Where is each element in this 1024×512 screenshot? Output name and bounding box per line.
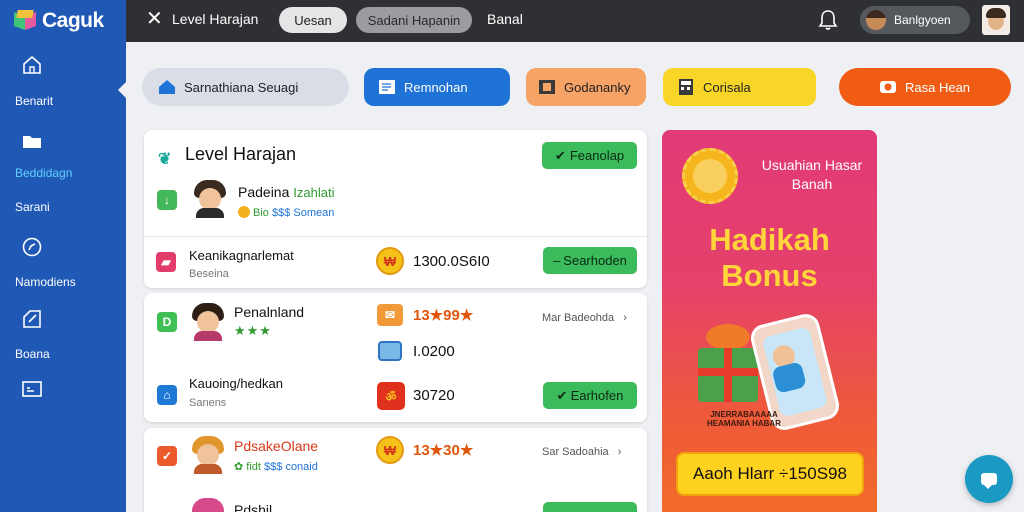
house-icon <box>158 79 176 95</box>
tab-uesan[interactable]: Uesan <box>279 7 347 33</box>
calculator-icon <box>677 79 695 95</box>
sidebar-item-label: Boana <box>15 347 50 361</box>
sidebar-item-label: Sarani <box>15 200 50 214</box>
user-menu[interactable]: Banlgyoen <box>860 6 970 34</box>
divider <box>144 236 647 237</box>
action-label: Remnohan <box>404 79 468 95</box>
home-icon <box>21 54 43 76</box>
list-item-sub: Beseina <box>189 268 229 280</box>
promo-banner[interactable]: Usuahian Hasar Banah Hadikah Bonus JNERR… <box>662 130 877 512</box>
action-godananky[interactable]: Godananky <box>526 68 646 106</box>
download-icon[interactable]: ↓ <box>157 190 177 210</box>
promo-title: Hadikah Bonus <box>709 222 830 293</box>
avatar <box>192 180 228 218</box>
film-icon <box>538 79 556 95</box>
action-label: Rasa Hean <box>905 79 971 95</box>
coin-icon: ₩ <box>376 247 404 275</box>
sidebar-item-beddidagn[interactable]: Beddidagn <box>0 130 126 186</box>
list-item-name: Keanikagnarlemat <box>189 248 294 263</box>
amount-value: 1300.0S6I0 <box>413 253 490 270</box>
tab-sadani-hapanin[interactable]: Sadani Hapanin <box>356 7 472 33</box>
sun-badge-icon <box>682 148 738 204</box>
list-card: D Penalnland ★★★ ✉ 13★99★ Mar Badeohda ›… <box>144 293 647 422</box>
earhofen-button[interactable]: ✔ Earhofen <box>543 382 637 409</box>
leaf-icon: ❦ <box>158 151 172 168</box>
image-icon <box>378 341 402 361</box>
house-icon: ⌂ <box>157 385 177 405</box>
amount-value: 13★99★ <box>413 307 474 324</box>
details-link[interactable]: Sar Sadoahia › <box>542 446 621 458</box>
list-item-name: Kauoing/hedkan <box>189 376 283 391</box>
edit-icon <box>21 308 43 330</box>
gift-icon <box>698 348 758 402</box>
camera-icon <box>879 79 897 95</box>
user-name: Banlgyoen <box>894 13 951 27</box>
amount-value: I.0200 <box>413 343 455 360</box>
bell-icon[interactable] <box>818 9 838 31</box>
sidebar-item-label: Beddidagn <box>15 166 73 180</box>
check-icon[interactable]: ✓ <box>157 446 177 466</box>
document-icon <box>378 79 396 95</box>
list-item-name: Pdshil <box>234 502 273 512</box>
sidebar-item-label: Benarit <box>15 94 54 108</box>
coin-icon <box>238 206 250 218</box>
list-item-sub: Sanens <box>189 397 227 409</box>
compass-icon <box>21 236 43 258</box>
promo-subtitle: Usuahian Hasar Banah <box>761 157 863 192</box>
chat-button[interactable] <box>965 455 1013 503</box>
row-action-button[interactable] <box>543 502 637 512</box>
details-link[interactable]: Mar Badeohda › <box>542 312 627 324</box>
list-card: ✓ PdsakeOlane ✿ fidt $$$ conaid ₩ 13★30★… <box>144 428 647 512</box>
profile-avatar[interactable] <box>982 5 1010 35</box>
promo-fine-print: JNERRABAAAAA HEAMANIA HABAR <box>707 410 781 428</box>
close-icon[interactable]: ✕ <box>146 9 163 29</box>
action-sarnathiana-seuagi[interactable]: Sarnathiana Seuagi <box>142 68 349 106</box>
sidebar-item-benarit[interactable]: Benarit <box>0 54 126 114</box>
folder-icon <box>21 130 43 152</box>
page-title: Level Harajan <box>172 11 259 27</box>
coin-icon: ॐ <box>377 382 405 410</box>
avatar <box>190 498 226 512</box>
action-label: Godananky <box>564 79 631 95</box>
promo-cta-button[interactable]: Aaoh Hlarr ÷150S98 <box>676 452 864 496</box>
feanolap-button[interactable]: ✔ Feanolap <box>542 142 637 169</box>
action-remnohan[interactable]: Remnohan <box>364 68 510 106</box>
sidebar-item-boana[interactable]: Boana <box>0 308 126 366</box>
action-label: Sarnathiana Seuagi <box>184 79 299 95</box>
top-link-banal[interactable]: Banal <box>487 11 523 27</box>
level-card: ❦ Level Harajan ✔ Feanolap ↓ Padeina Izah… <box>144 130 647 288</box>
logo-cube-icon <box>14 10 36 32</box>
action-label: Corisala <box>703 79 751 95</box>
list-item-name: PdsakeOlane <box>234 438 319 454</box>
gift-icon: ✉ <box>377 304 403 326</box>
coin-icon: ₩ <box>376 436 404 464</box>
briefcase-icon: ▰ <box>156 252 176 272</box>
avatar <box>190 303 226 341</box>
card-icon <box>21 378 43 400</box>
list-item-name: Penalnland <box>234 304 305 320</box>
chat-icon <box>981 473 997 489</box>
logo[interactable]: Caguk <box>0 0 126 42</box>
sidebar-item-card[interactable] <box>0 378 126 402</box>
list-item-name: Padeina Izahlati <box>238 184 335 200</box>
logo-text: Caguk <box>42 9 104 32</box>
searhoden-button[interactable]: – Searhoden <box>543 247 637 274</box>
sidebar: Benarit Beddidagn Sarani Namodiens Boana <box>0 42 126 512</box>
list-item-meta: ✿ fidt $$$ conaid <box>234 461 318 473</box>
star-rating: ★★★ <box>234 323 272 338</box>
amount-value: 13★30★ <box>413 442 474 459</box>
d-icon[interactable]: D <box>157 312 177 332</box>
sidebar-item-sarani[interactable]: Sarani <box>0 200 126 220</box>
list-item-meta: Bio $$$ Somean <box>238 206 334 219</box>
top-bar: Caguk ✕ Level Harajan Uesan Sadani Hapan… <box>0 0 1024 42</box>
sidebar-item-label: Namodiens <box>15 275 76 289</box>
card-title: Level Harajan <box>185 144 297 164</box>
action-corisala[interactable]: Corisala <box>663 68 816 106</box>
action-rasa-hean[interactable]: Rasa Hean <box>839 68 1011 106</box>
user-avatar <box>866 10 886 30</box>
avatar <box>190 436 226 474</box>
sidebar-item-namodiens[interactable]: Namodiens <box>0 236 126 294</box>
amount-value: 30720 <box>413 387 455 404</box>
